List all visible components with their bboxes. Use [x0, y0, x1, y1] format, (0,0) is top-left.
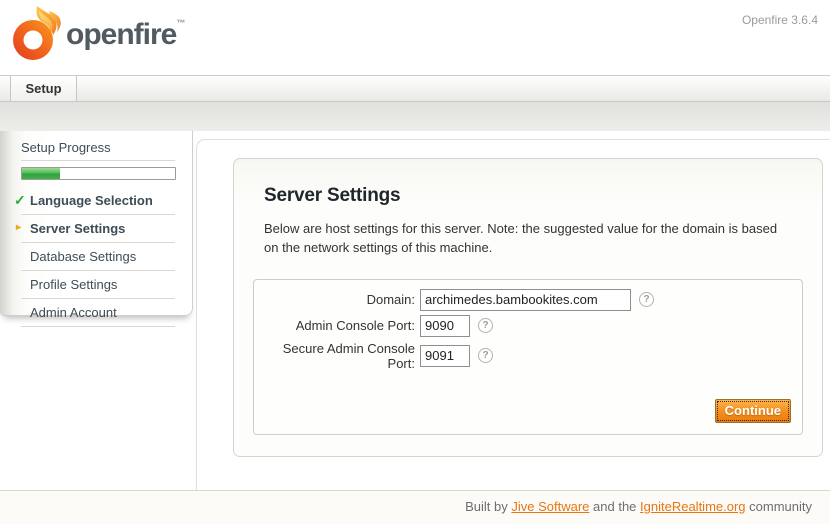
- server-settings-form: Domain: ? Admin Console Port: ? Secure A…: [253, 279, 803, 435]
- setup-steps-list: ✓ Language Selection ▸ Server Settings D…: [21, 187, 175, 327]
- footer-text-middle: and the: [589, 499, 640, 514]
- current-step-arrow-icon: ▸: [16, 222, 21, 233]
- admin-console-port-input[interactable]: [420, 315, 470, 337]
- step-database-settings: Database Settings: [21, 243, 175, 271]
- openfire-setup-page: openfire™ Openfire 3.6.4 Setup Setup Pro…: [0, 0, 830, 524]
- secure-port-help-icon[interactable]: ?: [478, 348, 493, 363]
- secure-admin-console-port-input[interactable]: [420, 345, 470, 367]
- header: openfire™ Openfire 3.6.4: [0, 0, 830, 75]
- step-admin-account: Admin Account: [21, 299, 175, 327]
- progress-bar-fill: [22, 168, 60, 179]
- admin-console-port-label: Admin Console Port:: [254, 318, 420, 333]
- sub-navigation-bar: [0, 102, 830, 131]
- setup-progress-bar: [21, 167, 176, 180]
- page-description: Below are host settings for this server.…: [264, 220, 784, 258]
- secure-admin-console-port-label: Secure Admin Console Port:: [254, 341, 420, 371]
- step-label: Language Selection: [30, 193, 153, 208]
- form-row-secure-port: Secure Admin Console Port: ?: [254, 341, 802, 371]
- version-label: Openfire 3.6.4: [742, 13, 818, 27]
- footer-text-prefix: Built by: [465, 499, 511, 514]
- footer-text-suffix: community: [746, 499, 812, 514]
- step-language-selection: ✓ Language Selection: [21, 187, 175, 215]
- tab-bar: Setup: [0, 75, 830, 102]
- server-settings-panel: Server Settings Below are host settings …: [233, 158, 823, 457]
- openfire-flame-logo-icon: [10, 6, 64, 62]
- domain-label: Domain:: [254, 292, 420, 307]
- domain-help-icon[interactable]: ?: [639, 292, 654, 307]
- step-server-settings: ▸ Server Settings: [21, 215, 175, 243]
- domain-input[interactable]: [420, 289, 631, 311]
- step-label: Admin Account: [30, 305, 117, 320]
- trademark: ™: [176, 18, 185, 28]
- form-row-domain: Domain: ?: [254, 289, 802, 311]
- setup-progress-sidebar: Setup Progress ✓ Language Selection ▸ Se…: [0, 131, 193, 316]
- step-label: Server Settings: [30, 221, 125, 236]
- continue-button[interactable]: Continue: [715, 399, 791, 423]
- igniterealtime-link[interactable]: IgniteRealtime.org: [640, 499, 746, 514]
- checkmark-icon: ✓: [14, 192, 26, 209]
- tab-setup[interactable]: Setup: [10, 76, 77, 101]
- step-profile-settings: Profile Settings: [21, 271, 175, 299]
- step-label: Database Settings: [30, 249, 136, 264]
- jive-software-link[interactable]: Jive Software: [511, 499, 589, 514]
- footer: Built by Jive Software and the IgniteRea…: [0, 490, 830, 524]
- sidebar-title: Setup Progress: [21, 140, 175, 161]
- admin-port-help-icon[interactable]: ?: [478, 318, 493, 333]
- step-label: Profile Settings: [30, 277, 117, 292]
- page-title: Server Settings: [264, 185, 792, 207]
- form-row-admin-port: Admin Console Port: ?: [254, 315, 802, 337]
- brand-wordmark: openfire™: [66, 18, 185, 52]
